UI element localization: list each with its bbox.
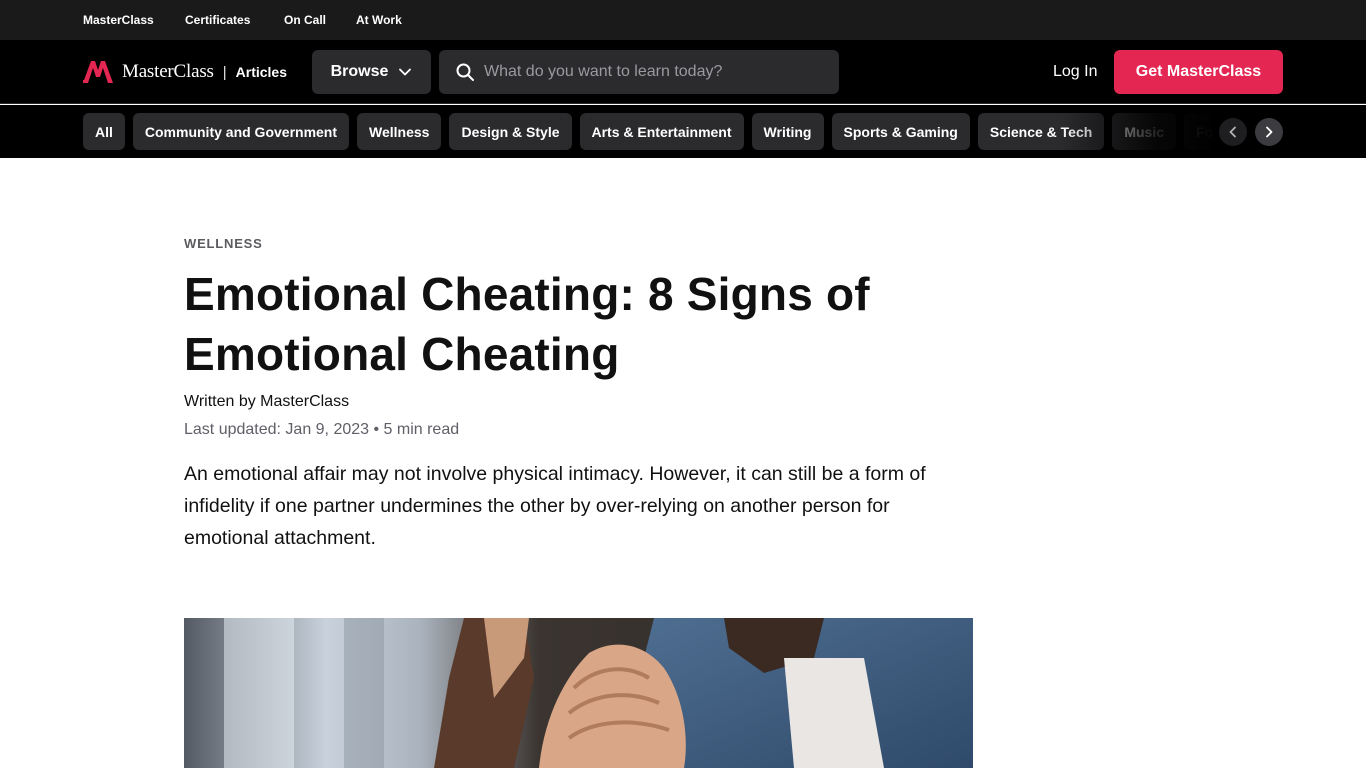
- search-input[interactable]: [484, 63, 804, 81]
- search-bar[interactable]: [439, 50, 839, 94]
- category-chips: All Community and Government Wellness De…: [83, 113, 1213, 150]
- masterclass-logo[interactable]: MasterClass | Articles: [83, 61, 287, 83]
- article-hero-image: [184, 618, 973, 768]
- section-label[interactable]: Articles: [236, 64, 287, 80]
- category-chip-music[interactable]: Music: [1112, 113, 1176, 150]
- masterclass-logo-icon: [83, 61, 113, 83]
- category-chip-arts-entertainment[interactable]: Arts & Entertainment: [579, 113, 744, 150]
- logo-divider: |: [222, 63, 227, 81]
- category-next-button[interactable]: [1255, 118, 1283, 146]
- category-chip-writing[interactable]: Writing: [751, 113, 824, 150]
- category-prev-button[interactable]: [1219, 118, 1247, 146]
- article-lede: An emotional affair may not involve phys…: [184, 463, 926, 549]
- chevron-right-icon: [1266, 126, 1273, 138]
- article-byline: Written by MasterClass: [184, 393, 350, 410]
- topbar-link-masterclass[interactable]: MasterClass: [83, 13, 154, 27]
- topbar-link-certificates[interactable]: Certificates: [185, 13, 250, 27]
- get-masterclass-button[interactable]: Get MasterClass: [1114, 50, 1283, 94]
- category-nav: All Community and Government Wellness De…: [0, 105, 1366, 158]
- topbar-link-on-call[interactable]: On Call: [284, 13, 326, 27]
- article-category[interactable]: WELLNESS: [184, 236, 263, 251]
- hero-photo-illustration: [184, 618, 973, 768]
- category-chip-all[interactable]: All: [83, 113, 125, 150]
- category-chip-wellness[interactable]: Wellness: [357, 113, 442, 150]
- article-updated: Last updated: Jan 9, 2023 • 5 min read: [184, 421, 460, 438]
- utility-bar: MasterClass Certificates On Call At Work: [0, 0, 1366, 40]
- article-title: Emotional Cheating: 8 Signs of Emotional…: [184, 268, 870, 380]
- topbar-link-at-work[interactable]: At Work: [356, 13, 402, 27]
- browse-label: Browse: [330, 63, 389, 80]
- category-chip-community-government[interactable]: Community and Government: [132, 113, 350, 150]
- chevron-down-icon: [399, 68, 412, 76]
- main-header: MasterClass | Articles Browse Log In Get…: [0, 40, 1366, 104]
- logo-wordmark: MasterClass: [122, 61, 214, 82]
- category-chip-design-style[interactable]: Design & Style: [449, 113, 572, 150]
- category-chip-sports-gaming[interactable]: Sports & Gaming: [831, 113, 970, 150]
- login-link[interactable]: Log In: [1053, 63, 1097, 81]
- search-icon: [456, 63, 474, 81]
- category-chip-science-tech[interactable]: Science & Tech: [977, 113, 1105, 150]
- browse-button[interactable]: Browse: [312, 50, 431, 94]
- chevron-left-icon: [1229, 126, 1236, 138]
- category-chip-food[interactable]: Food: [1184, 113, 1213, 150]
